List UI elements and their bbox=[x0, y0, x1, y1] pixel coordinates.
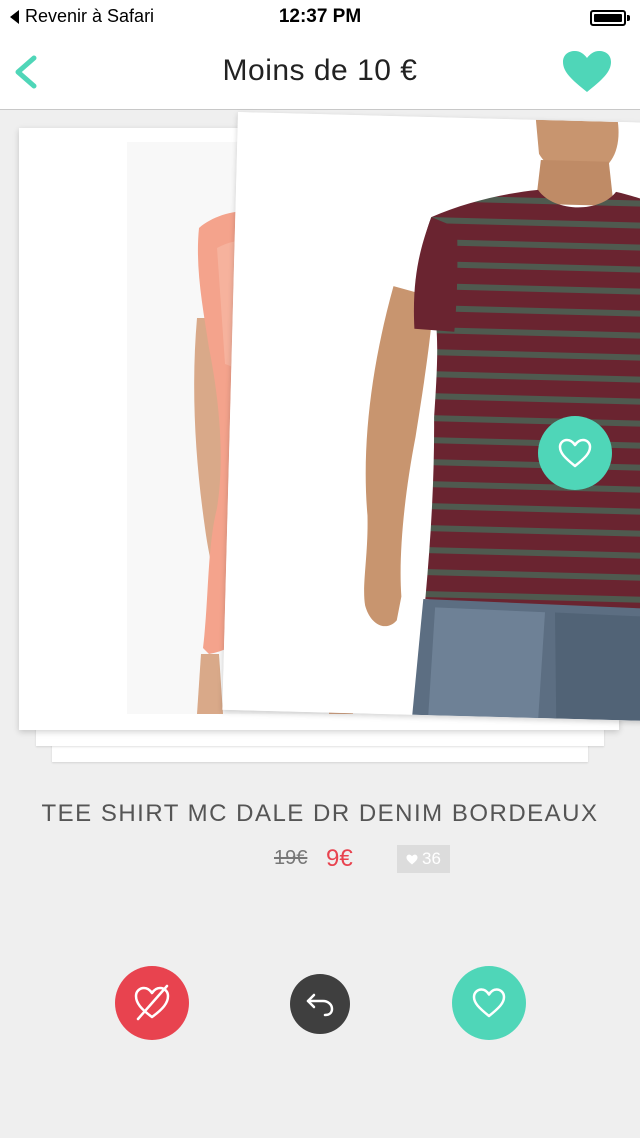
undo-icon bbox=[306, 993, 334, 1017]
price-row: 19€ 9€ 36 bbox=[0, 845, 640, 875]
heart-crossed-icon bbox=[134, 984, 170, 1021]
undo-button[interactable] bbox=[290, 974, 350, 1034]
product-title: TEE SHIRT MC DALE DR DENIM BORDEAUX bbox=[41, 800, 599, 827]
card-stack-layer-middle bbox=[36, 728, 604, 746]
dislike-button[interactable] bbox=[115, 966, 189, 1040]
favorites-button[interactable] bbox=[562, 50, 612, 94]
heart-outline-icon bbox=[558, 438, 592, 468]
old-price: 19€ bbox=[274, 847, 308, 869]
heart-outline-icon bbox=[472, 988, 506, 1018]
card-like-button[interactable] bbox=[538, 416, 612, 490]
heart-icon bbox=[563, 51, 611, 92]
battery-icon bbox=[590, 10, 630, 26]
new-price: 9€ bbox=[326, 845, 353, 872]
likes-count-badge: 36 bbox=[397, 845, 450, 873]
likes-count: 36 bbox=[422, 849, 441, 868]
status-bar: Revenir à Safari 12:37 PM bbox=[0, 0, 640, 36]
page-title: Moins de 10 € bbox=[222, 54, 418, 87]
nav-bar: Moins de 10 € bbox=[0, 36, 640, 110]
small-heart-icon bbox=[406, 854, 418, 864]
status-time: 12:37 PM bbox=[278, 6, 362, 27]
like-button[interactable] bbox=[452, 966, 526, 1040]
